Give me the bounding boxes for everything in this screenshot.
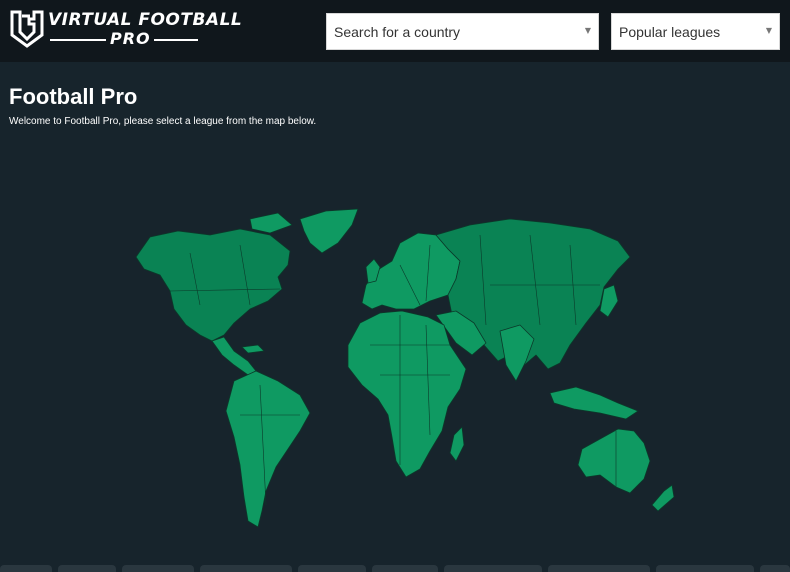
league-tab[interactable] (122, 565, 194, 572)
country-search-select[interactable]: Search for a country ▼ (326, 13, 599, 50)
page-subtitle: Welcome to Football Pro, please select a… (9, 116, 317, 127)
region-madagascar[interactable] (449, 426, 465, 462)
region-north-america[interactable] (135, 228, 291, 342)
logo-rule-left (50, 39, 106, 41)
chevron-down-icon: ▼ (584, 26, 591, 35)
league-tab[interactable] (0, 565, 52, 572)
popular-leagues-select[interactable]: Popular leagues ▼ (611, 13, 780, 50)
region-caribbean[interactable] (241, 344, 265, 354)
region-south-america[interactable] (225, 370, 311, 528)
page-title: Football Pro (9, 84, 138, 109)
vf-shield-icon (10, 10, 44, 48)
region-india[interactable] (499, 324, 535, 382)
region-new-zealand[interactable] (651, 484, 675, 512)
league-tab-strip (0, 565, 790, 572)
league-tab[interactable] (444, 565, 542, 572)
logo-text-primary: VIRTUAL FOOTBALL (48, 10, 243, 30)
chevron-down-icon: ▼ (765, 26, 772, 35)
leagues-select-value: Popular leagues (619, 24, 721, 40)
region-arctic-islands[interactable] (249, 212, 293, 234)
league-tab[interactable] (58, 565, 116, 572)
league-tab[interactable] (656, 565, 754, 572)
league-tab[interactable] (372, 565, 438, 572)
league-tab[interactable] (298, 565, 366, 572)
logo-text-secondary: PRO (110, 29, 151, 48)
region-australia[interactable] (577, 428, 651, 494)
world-map (135, 208, 675, 528)
region-southeast-asia-islands[interactable] (549, 386, 639, 420)
top-bar: VIRTUAL FOOTBALL PRO Search for a countr… (0, 0, 790, 62)
site-logo[interactable]: VIRTUAL FOOTBALL PRO (10, 8, 242, 50)
country-select-value: Search for a country (334, 24, 461, 40)
league-tab[interactable] (200, 565, 292, 572)
logo-rule-right (154, 39, 198, 41)
league-tab[interactable] (760, 565, 790, 572)
region-africa[interactable] (347, 310, 467, 478)
region-central-america[interactable] (211, 336, 257, 376)
league-tab[interactable] (548, 565, 650, 572)
region-greenland[interactable] (299, 208, 359, 254)
